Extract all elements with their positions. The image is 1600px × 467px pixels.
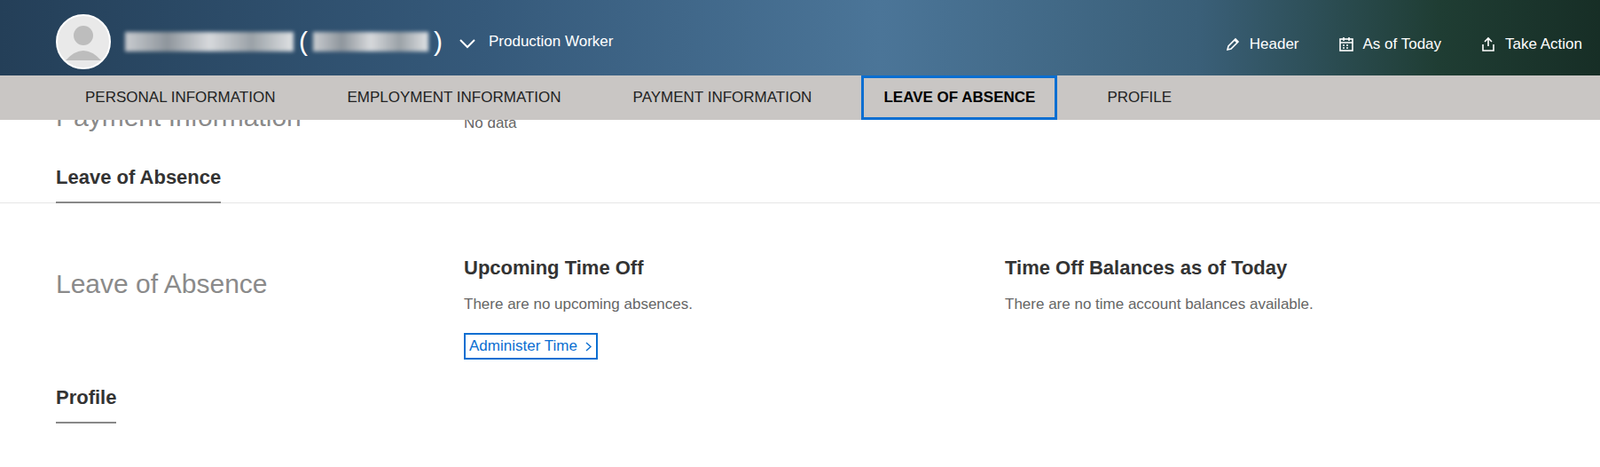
name-open-paren: ( [298,28,308,55]
profile-heading: Profile [55,385,117,424]
section-tab[interactable]: PERSONAL INFORMATION [62,75,298,120]
upcoming-time-off: Upcoming Time Off There are no upcoming a… [463,256,1005,360]
administer-time-link[interactable]: Administer Time [463,332,598,360]
header-action[interactable]: Header [1224,35,1300,54]
profile-header: () Production Worker Header As of Today Take… [0,0,1600,76]
pencil-icon [1224,36,1241,53]
balances-text: There are no time account balances avail… [1004,295,1314,314]
section-tab[interactable]: PAYMENT INFORMATION [611,75,835,120]
time-off-balances: Time Off Balances as of Today There are n… [1004,256,1600,360]
calendar-icon [1338,36,1355,53]
header-action-label: Take Action [1505,35,1583,54]
content: Payment InformationNo dataLeave of Absen… [0,100,1600,423]
header-action-label: Header [1249,35,1300,54]
header-action[interactable]: As of Today [1338,35,1443,54]
leave-section-heading: Leave of Absence [0,132,1600,204]
name-close-paren: ) [433,28,443,55]
name-redacted [125,31,294,52]
header-actions: Header As of Today Take Action [1224,35,1583,54]
header-action[interactable]: Take Action [1480,35,1583,54]
id-redacted [313,31,429,52]
chevron-down-icon[interactable] [458,37,477,50]
header-action-label: As of Today [1363,35,1443,54]
section-tab[interactable]: EMPLOYMENT INFORMATION [324,75,583,120]
leave-heading: Leave of Absence [55,165,221,204]
share-icon [1480,36,1497,53]
upcoming-text: There are no upcoming absences. [463,295,693,314]
section-tab[interactable]: LEAVE OF ABSENCE [861,75,1058,120]
avatar-icon [55,14,111,70]
section-tabs: PERSONAL INFORMATION EMPLOYMENT INFORMATI… [0,75,1600,120]
profile-section-heading: Profile [0,382,1600,423]
job-title: Production Worker [488,32,613,51]
employee-identity: () Production Worker [55,14,613,70]
balances-title: Time Off Balances as of Today [1004,256,1287,280]
section-tab[interactable]: PROFILE [1084,75,1194,120]
employee-page: () Production Worker Header As of Today Take… [0,0,1600,467]
leave-row: Leave of AbsenceUpcoming Time Off There a… [0,203,1600,383]
upcoming-title: Upcoming Time Off [463,256,644,280]
leave-label: Leave of Absence [55,268,464,360]
chevron-right-icon [584,340,593,353]
